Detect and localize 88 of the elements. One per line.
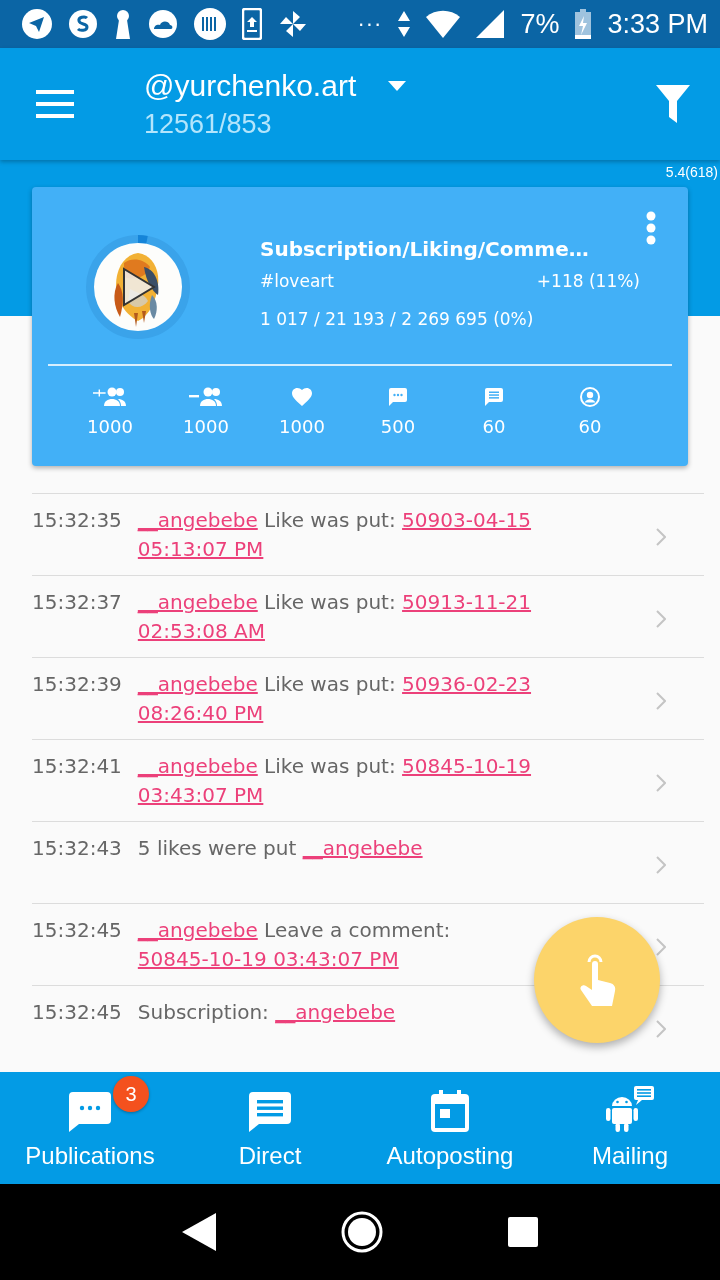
- log-row[interactable]: 15:32:41 __angebebe Like was put: 50845-10-19 03:43:07 PM: [32, 739, 704, 821]
- chevron-right-icon: [656, 610, 666, 628]
- username-link[interactable]: __angebebe: [137, 672, 258, 696]
- log-time: 15:32:45: [32, 917, 122, 944]
- barcode-icon: [194, 8, 226, 40]
- log-message: 5 likes were put __angebebe: [137, 835, 424, 862]
- date-link[interactable]: 50936-02-23: [402, 672, 532, 696]
- username-link[interactable]: __angebebe: [302, 836, 423, 860]
- log-message: __angebebe Like was put: 50903-04-15 05:13:07 PM: [137, 507, 533, 563]
- paper-plane-icon: [22, 9, 52, 39]
- task-card[interactable]: Subscription/Liking/Comme… #loveart +118 (11%) 1 017 / 21 193 / 2 269 695 (0%) 1000 1000 1000 500 60 60: [32, 187, 688, 466]
- chevron-right-icon: [656, 692, 666, 710]
- nav-tab[interactable]: Direct: [180, 1072, 360, 1184]
- filter-button[interactable]: [656, 85, 690, 123]
- version-label: 5.4(618): [665, 164, 718, 181]
- limit-value: 500: [380, 416, 416, 438]
- log-time: 15:32:39: [32, 671, 122, 698]
- chevron-right-icon: [656, 528, 666, 546]
- clock: 3:33 PM: [607, 8, 708, 40]
- heart-icon: [292, 388, 312, 406]
- pinwheel-icon: [278, 9, 308, 39]
- log-row[interactable]: 15:32:37 __angebebe Like was put: 50913-11-21 02:53:08 AM: [32, 575, 704, 657]
- growth-stat: +118 (11%): [536, 270, 640, 293]
- nav-tab[interactable]: Mailing: [540, 1072, 720, 1184]
- account-name[interactable]: @yurchenko.art: [144, 68, 357, 103]
- date-link[interactable]: 50903-04-15: [402, 508, 532, 532]
- log-time: 15:32:41: [32, 753, 122, 780]
- log-time: 15:32:45: [32, 999, 122, 1026]
- limit-value: 1000: [87, 416, 133, 438]
- log-time: 15:32:37: [32, 589, 122, 616]
- date-link[interactable]: 50913-11-21: [402, 590, 532, 614]
- nav-tab[interactable]: Autoposting: [360, 1072, 540, 1184]
- more-notifications: ···: [357, 11, 383, 37]
- log-message: __angebebe Like was put: 50845-10-19 03:43:07 PM: [137, 753, 533, 809]
- username-link[interactable]: __angebebe: [137, 754, 258, 778]
- back-icon[interactable]: [182, 1213, 216, 1251]
- limit-value: 60: [578, 416, 602, 438]
- log-time: 15:32:35: [32, 507, 122, 534]
- calendar-icon: [431, 1090, 469, 1132]
- log-message: __angebebe Like was put: 50913-11-21 02:53:08 AM: [137, 589, 533, 645]
- username-link[interactable]: __angebebe: [137, 918, 258, 942]
- menu-button[interactable]: [36, 90, 74, 118]
- tap-action-button[interactable]: [534, 917, 660, 1043]
- chevron-right-icon: [656, 938, 666, 956]
- chevron-right-icon: [656, 1020, 666, 1038]
- account-circle-icon: [580, 387, 600, 407]
- home-icon[interactable]: [340, 1210, 384, 1254]
- username-link[interactable]: __angebebe: [275, 1000, 396, 1024]
- battery-percent: 7%: [520, 8, 560, 40]
- nav-tab[interactable]: 3 Publications: [0, 1072, 180, 1184]
- username-link[interactable]: __angebebe: [137, 508, 258, 532]
- cloud-icon: [148, 9, 178, 39]
- data-arrows-icon: [398, 11, 411, 37]
- log-row[interactable]: 15:32:35 __angebebe Like was put: 50903-04-15 05:13:07 PM: [32, 493, 704, 575]
- log-row[interactable]: 15:32:43 5 likes were put __angebebe: [32, 821, 704, 903]
- hashtag: #loveart: [260, 270, 334, 293]
- battery-icon: [575, 9, 592, 39]
- follower-counts: 12561/853: [144, 108, 273, 140]
- robot-chat-icon: [606, 1086, 654, 1132]
- limit-value: 1000: [279, 416, 325, 438]
- task-title: Subscription/Liking/Comme…: [260, 236, 590, 263]
- add-people-icon: [93, 386, 127, 408]
- date-link[interactable]: 50845-10-19 03:43:07 PM: [137, 947, 399, 971]
- log-time: 15:32:43: [32, 835, 122, 862]
- message-icon: [249, 1092, 291, 1132]
- totals-stat: 1 017 / 21 193 / 2 269 695 (0%): [260, 308, 535, 331]
- notification-badge: 3: [113, 1076, 149, 1112]
- chevron-right-icon: [656, 774, 666, 792]
- limit-value: 60: [482, 416, 506, 438]
- date-link[interactable]: 08:26:40 PM: [137, 701, 264, 725]
- signal-icon: [476, 10, 505, 38]
- log-row[interactable]: 15:32:39 __angebebe Like was put: 50936-02-23 08:26:40 PM: [32, 657, 704, 739]
- dropdown-caret-icon[interactable]: [388, 80, 407, 91]
- remove-people-icon: [189, 386, 223, 408]
- play-icon[interactable]: [122, 267, 156, 307]
- chevron-right-icon: [656, 856, 666, 874]
- log-message: __angebebe Like was put: 50936-02-23 08:26:40 PM: [137, 671, 533, 727]
- date-link[interactable]: 50845-10-19: [402, 754, 532, 778]
- limit-value: 1000: [183, 416, 229, 438]
- date-link[interactable]: 02:53:08 AM: [137, 619, 265, 643]
- keyhole-icon: [114, 9, 132, 39]
- phone-upload-icon: [242, 8, 262, 40]
- wifi-icon: [426, 10, 461, 38]
- message-icon: [485, 388, 503, 406]
- username-link[interactable]: __angebebe: [137, 590, 258, 614]
- date-link[interactable]: 05:13:07 PM: [137, 537, 264, 561]
- date-link[interactable]: 03:43:07 PM: [137, 783, 264, 807]
- more-options-icon[interactable]: [646, 211, 656, 245]
